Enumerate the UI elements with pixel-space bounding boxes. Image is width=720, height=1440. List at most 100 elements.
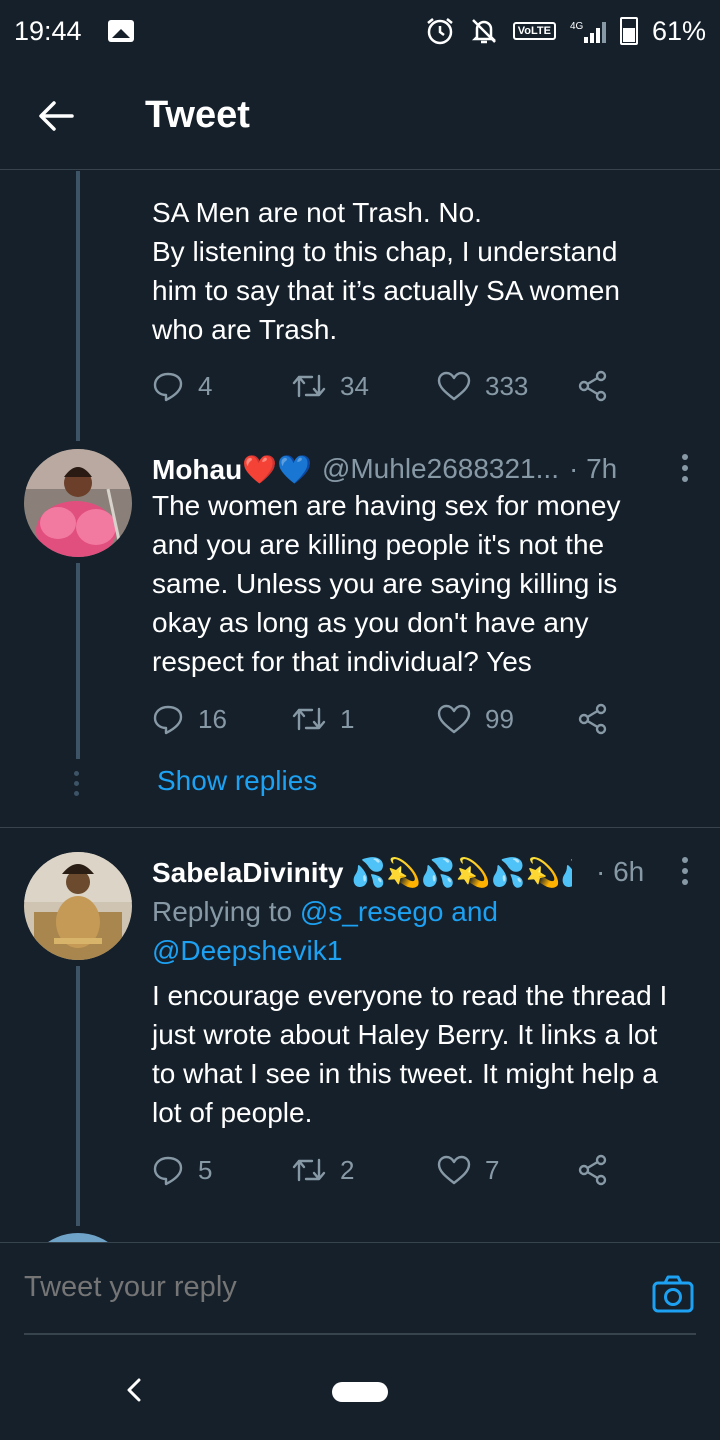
tweet-text-line: to what I see in this tweet. It might he… (152, 1058, 658, 1089)
status-time: 19:44 (14, 15, 82, 46)
like-count: 7 (485, 1154, 500, 1185)
avatar-image (24, 852, 132, 960)
nav-back-icon[interactable] (126, 1378, 142, 1402)
tweet-text-line: respect for that individual? Yes (152, 646, 532, 677)
composer-underline (24, 1333, 696, 1335)
retweet-count: 34 (340, 370, 369, 401)
mute-icon (471, 19, 496, 44)
reply-count: 16 (198, 703, 227, 734)
retweet-button[interactable]: 34 (292, 371, 437, 402)
thread-line (76, 171, 80, 441)
back-button[interactable] (0, 62, 112, 170)
battery-percentage: 61% (651, 15, 706, 46)
tweet-time: · 7h (568, 453, 618, 484)
show-replies-link[interactable]: Show replies (157, 765, 317, 797)
app-header: Tweet (0, 62, 720, 170)
author-name[interactable]: Mohau❤️💙 (152, 453, 312, 486)
gallery-notification-icon (107, 20, 134, 42)
replying-and: and (443, 896, 498, 927)
reply-icon (153, 705, 183, 735)
author-name[interactable]: SabelaDivinity 💦💫💦💫💦💫💦💫💦💫... (152, 856, 572, 889)
tweet-author-line: SabelaDivinity 💦💫💦💫💦💫💦💫💦💫... (152, 852, 572, 892)
nav-home-pill[interactable] (332, 1382, 388, 1402)
like-button[interactable]: 99 (437, 704, 577, 735)
tweet-text-line: lot of people. (152, 1097, 313, 1128)
reply-tweet[interactable]: SabelaDivinity 💦💫💦💫💦💫💦💫💦💫... · 6h Replyi… (0, 852, 720, 1226)
page-title: Tweet (145, 94, 250, 136)
tweet-text-line: who are Trash. (152, 314, 338, 345)
reply-tweet-actions: 16 1 99 (152, 699, 623, 739)
retweet-icon (292, 374, 326, 398)
status-icons: VoLTE 4G 61% (425, 16, 706, 47)
like-count: 99 (485, 703, 514, 734)
tweet-author-line: Mohau❤️💙 @Muhle2688321... · 7h (152, 449, 617, 489)
back-arrow-icon (39, 100, 74, 131)
tweet-text-line: The women are having sex for money (152, 490, 621, 521)
parent-tweet-text[interactable]: SA Men are not Trash. No. By listening t… (152, 193, 704, 349)
reply-icon (153, 1156, 183, 1186)
system-nav-bar (0, 1342, 720, 1440)
tweet-text-line: SA Men are not Trash. No. (152, 197, 482, 228)
share-icon (578, 1154, 607, 1186)
replying-to-label: Replying to (152, 896, 300, 927)
reply-input[interactable] (24, 1271, 624, 1304)
tweet-text-line: By listening to this chap, I understand (152, 236, 618, 267)
reply-tweet-text[interactable]: The women are having sex for money and y… (152, 486, 704, 681)
reply-tweet-actions: 5 2 7 (152, 1150, 623, 1190)
volte-badge: VoLTE (512, 22, 556, 40)
share-icon (578, 370, 607, 402)
share-button[interactable] (577, 370, 623, 402)
retweet-icon (292, 707, 326, 731)
thread-continuation-dots (74, 771, 80, 801)
camera-button[interactable] (652, 1275, 694, 1318)
reply-button[interactable]: 16 (152, 703, 292, 735)
replying-to: Replying to @s_resego and @Deepshevik1 (152, 892, 692, 970)
reply-icon (153, 372, 183, 402)
reply-button[interactable]: 5 (152, 1154, 292, 1186)
parent-tweet-actions: 4 34 333 (152, 366, 623, 406)
avatar[interactable] (24, 1233, 132, 1242)
like-icon (437, 1155, 471, 1185)
avatar-image (24, 449, 132, 557)
share-button[interactable] (577, 1154, 623, 1186)
like-count: 333 (485, 370, 529, 401)
share-icon (578, 703, 607, 735)
alarm-icon (426, 18, 453, 45)
thread-line (76, 563, 80, 759)
mention-link[interactable]: @s_resego (300, 896, 444, 927)
more-icon[interactable] (680, 856, 690, 886)
tweet-feed[interactable]: SA Men are not Trash. No. By listening t… (0, 171, 720, 1242)
more-icon[interactable] (680, 453, 690, 483)
divider (0, 827, 720, 828)
svg-text:4G: 4G (570, 21, 584, 32)
share-button[interactable] (577, 703, 623, 735)
tweet-text-line: same. Unless you are saying killing is (152, 568, 618, 599)
reply-composer (0, 1242, 720, 1342)
reply-tweet-text[interactable]: I encourage everyone to read the thread … (152, 976, 704, 1132)
tweet-text-line: okay as long as you don't have any (152, 607, 589, 638)
like-icon (437, 704, 471, 734)
author-handle[interactable]: @Muhle2688321... (322, 453, 559, 485)
retweet-count: 1 (340, 703, 355, 734)
camera-icon (652, 1275, 694, 1313)
mention-link[interactable]: @Deepshevik1 (152, 935, 342, 966)
like-icon (437, 371, 471, 401)
like-button[interactable]: 7 (437, 1155, 577, 1186)
reply-count: 4 (198, 370, 213, 401)
retweet-button[interactable]: 2 (292, 1155, 437, 1186)
reply-button[interactable]: 4 (152, 370, 292, 402)
retweet-button[interactable]: 1 (292, 704, 437, 735)
reply-tweet[interactable]: Mohau❤️💙 @Muhle2688321... · 7h The women… (0, 449, 720, 809)
avatar[interactable] (24, 852, 132, 960)
avatar[interactable] (24, 449, 132, 557)
thread-line (76, 966, 80, 1226)
retweet-icon (292, 1158, 326, 1182)
tweet-time: · 6h (596, 856, 645, 887)
tweet-text-line: I encourage everyone to read the thread … (152, 980, 668, 1011)
status-bar: 19:44 VoLTE 4G 61% (0, 0, 720, 62)
tweet-text-line: and you are killing people it's not the (152, 529, 605, 560)
like-button[interactable]: 333 (437, 371, 577, 402)
tweet-text-line: just wrote about Haley Berry. It links a… (152, 1019, 658, 1050)
tweet-text-line: him to say that it’s actually SA women (152, 275, 620, 306)
signal-icon: 4G (570, 21, 606, 43)
